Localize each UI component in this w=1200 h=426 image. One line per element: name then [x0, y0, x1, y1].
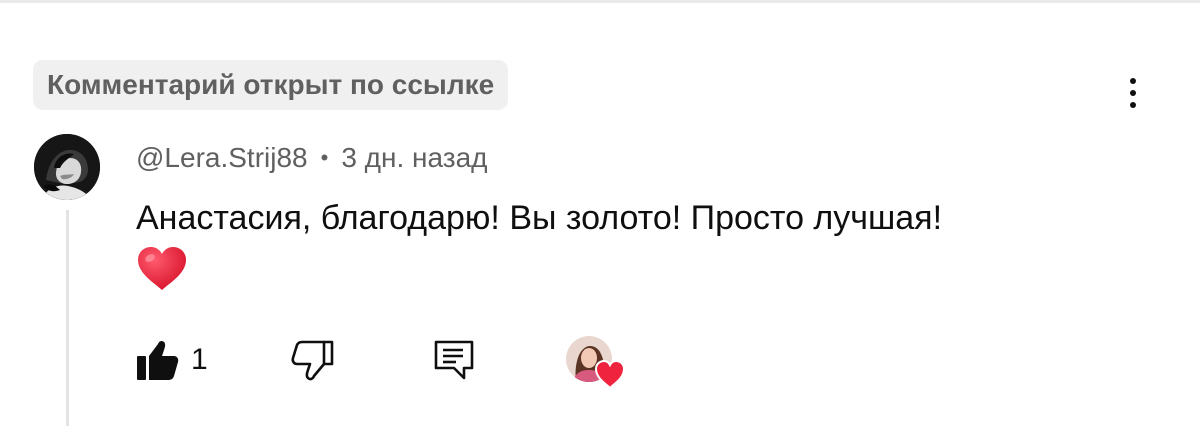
thumb-up-filled-icon: [137, 340, 179, 380]
comment-author[interactable]: @Lera.Strij88: [136, 142, 308, 174]
comment-text: Анастасия, благодарю! Вы золото! Просто …: [136, 199, 943, 237]
thread-line: [66, 210, 69, 426]
meta-separator: •: [320, 145, 329, 170]
like-count: 1: [191, 343, 208, 376]
linked-comment-badge: Комментарий открыт по ссылке: [33, 60, 509, 110]
dislike-button[interactable]: [290, 338, 336, 382]
red-heart-emoji: [136, 246, 188, 292]
comment-reply-icon: [434, 340, 474, 380]
creator-heart-badge: [566, 336, 626, 392]
reply-button[interactable]: [432, 338, 476, 384]
like-button[interactable]: [134, 338, 180, 382]
comment-timestamp[interactable]: 3 дн. назад: [341, 142, 487, 174]
comment-meta: @Lera.Strij88 • 3 дн. назад: [136, 140, 488, 176]
more-options-icon[interactable]: [1116, 70, 1150, 116]
thumb-down-outline-icon: [291, 340, 334, 381]
avatar[interactable]: [34, 134, 100, 200]
creator-heart-icon: [594, 359, 626, 390]
top-divider: [0, 0, 1200, 3]
linked-comment-label: Комментарий открыт по ссылке: [47, 69, 495, 100]
